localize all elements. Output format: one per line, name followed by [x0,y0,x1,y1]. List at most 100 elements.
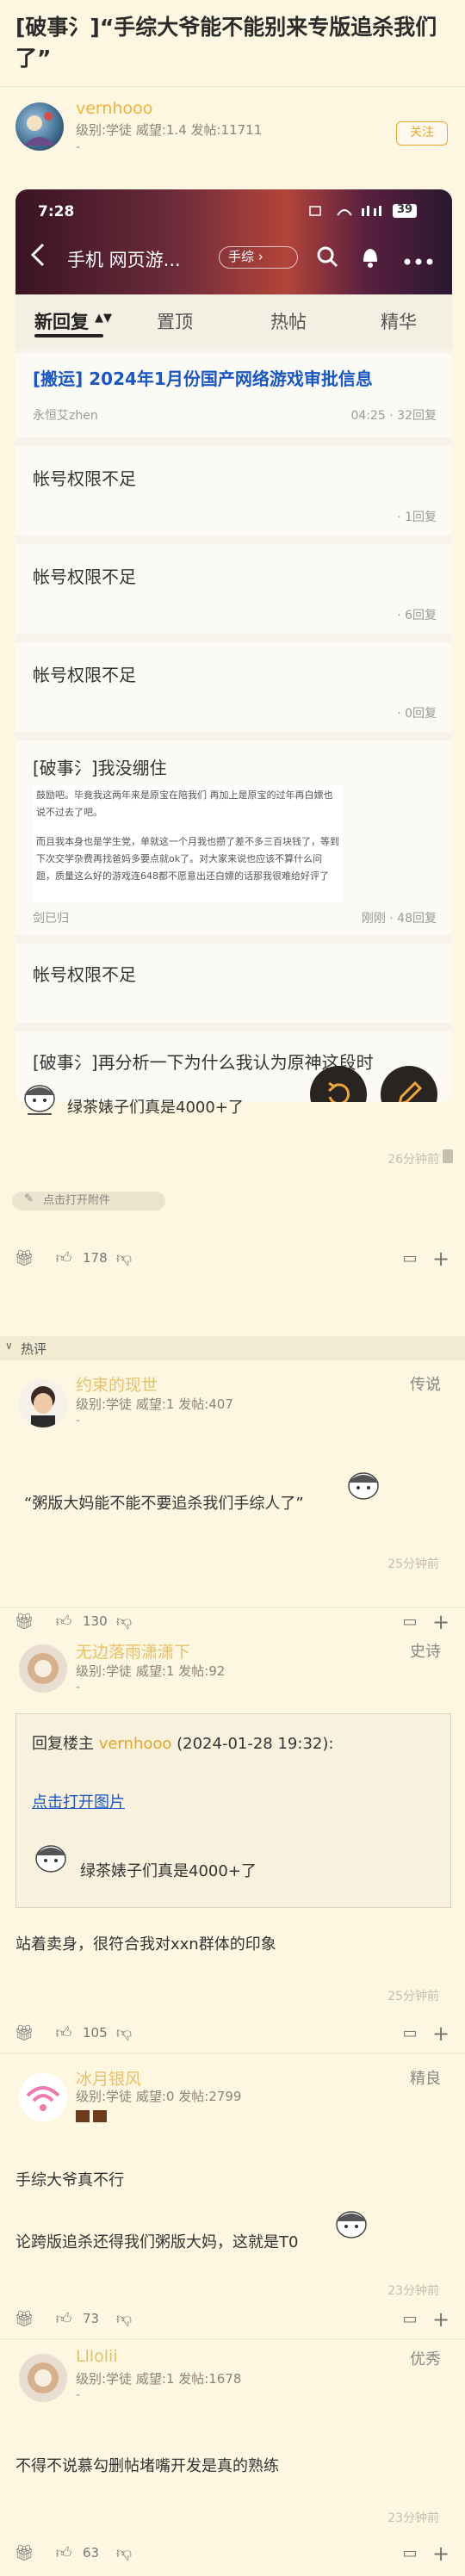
back-icon[interactable] [28,241,50,269]
divider [0,2053,465,2054]
tab-new-replies[interactable]: 新回复 [34,308,89,334]
divider [0,1607,465,1608]
open-image-link[interactable]: 点击打开图片 [32,1790,125,1812]
reply-username[interactable]: 无边落雨潇潇下 [76,1639,190,1663]
op-avatar[interactable] [16,102,64,151]
tab-pinned[interactable]: 置顶 [157,308,193,334]
shot-post-title: [破事氵]我没绷住 [33,758,167,778]
sort-arrows-icon[interactable]: ▲▼ [95,312,112,325]
hot-comments-header: ∨ 热评 [0,1336,465,1360]
thumbs-up-icon[interactable]: 👍︎ [53,1248,74,1269]
reply-user-meta: 级别:学徒 威望:1 发帖:407 [76,1396,233,1412]
thumbs-up-icon[interactable]: 👍︎ [53,1612,74,1632]
hot-label: 热评 [21,1341,47,1357]
op-user-meta: 级别:学徒 威望:1.4 发帖:11711 [76,122,263,138]
pencil-icon [398,1081,423,1102]
gift-icon[interactable]: 🎁︎ [14,1248,34,1269]
tab-featured[interactable]: 精华 [381,308,417,334]
shot-more-icon[interactable] [403,253,437,265]
follow-button[interactable]: 关注 [396,121,448,146]
shot-post-title: 帐号权限不足 [33,567,136,587]
shot-post-0[interactable]: [搬运] 2024年1月份国产网络游戏审批信息 永恒艾zhen 04:25 · … [16,353,452,437]
plus-icon[interactable]: + [431,2543,451,2564]
chibi-sticker-icon [27,1840,77,1881]
thumbs-up-icon[interactable]: 👍︎ [53,2309,74,2330]
reply-1: 约束的现世 级别:学徒 威望:1 发帖:407 - 传说 “粥版大妈能不能不要追… [0,1360,465,1610]
reply-3: 冰月银风 级别:学徒 威望:0 发帖:2799 精良 手综大爷真不行 论跨版追杀… [0,2059,465,2335]
shot-post-3[interactable]: 帐号权限不足 · 0回复 [16,642,452,732]
battery-level: 39 [397,203,413,216]
shot-search-icon[interactable] [315,245,339,269]
shot-post-5[interactable]: 帐号权限不足 [16,944,452,1023]
comment-icon[interactable]: ▭ [400,1248,420,1269]
embedded-screenshot[interactable]: 7:28 39 手机 网页游... 手综 › 新回复 ▲▼ 置顶 热帖 精华 [… [16,189,452,1102]
reply-avatar[interactable] [19,2073,67,2121]
edit-fab[interactable] [381,1066,437,1102]
shot-status-time: 7:28 [38,203,75,220]
avatar-art-icon [28,2362,59,2393]
comment-icon[interactable]: ▭ [400,2543,420,2564]
user-medal-icons [76,2109,110,2122]
reply-time: 25分钟前 [388,1990,439,2003]
op-time: 26分钟前 [388,1153,439,1167]
reply-username[interactable]: 冰月银风 [76,2066,141,2090]
shot-post-author: 永恒艾zhen [33,409,98,423]
reply-avatar[interactable] [19,1644,67,1693]
like-count: 178 [83,1250,108,1266]
op-username[interactable]: vernhooo [76,99,152,118]
refresh-fab[interactable] [310,1066,367,1102]
quote-date: (2024-01-28 19:32): [171,1735,334,1753]
shot-bell-icon[interactable] [358,245,382,269]
thumbs-down-icon[interactable]: 👎︎ [114,2309,134,2330]
reply-username[interactable]: 约束的现世 [76,1372,158,1396]
plus-icon[interactable]: + [431,2309,451,2330]
preview-text-2: 而且我本身也是学生党，单就这一个月我也攒了差不多三百块钱了，等到下次交学杂费再找… [36,836,339,882]
comment-icon[interactable]: ▭ [400,2023,420,2044]
shot-post-author: 剑已归 [33,912,69,926]
quote-block: 回复楼主 vernhooo (2024-01-28 19:32): 点击打开图片… [16,1713,451,1908]
shot-status-icons: 39 [308,201,437,220]
reply-avatar[interactable] [19,2354,67,2402]
gift-icon[interactable]: 🎁︎ [14,2543,34,2564]
thumbs-down-icon[interactable]: 👎︎ [114,1248,134,1269]
shot-nav-pill[interactable]: 手综 › [219,246,298,269]
preview-text-1: 鼓励吧。毕竟我这两年来是原宝在陪我们 再加上是原宝的过年再白嫖也说不过去了吧。 [36,790,333,818]
thread-title: [破事氵]“手综大爷能不能别来专版追杀我们了” [16,15,437,71]
wifi-avatar-icon [26,2086,60,2111]
tab-hot[interactable]: 热帖 [270,308,307,334]
shot-post-title: [搬运] 2024年1月份国产网络游戏审批信息 [33,368,373,389]
op-author-row: vernhooo 级别:学徒 威望:1.4 发帖:11711 - 关注 [0,86,465,176]
comment-icon[interactable]: ▭ [400,2309,420,2330]
thumbs-up-icon[interactable]: 👍︎ [53,2543,74,2564]
thumbs-down-icon[interactable]: 👎︎ [114,1612,134,1632]
plus-icon[interactable]: + [431,1612,451,1632]
shot-post-1[interactable]: 帐号权限不足 · 1回复 [16,446,452,536]
shot-post-4[interactable]: [破事氵]我没绷住 鼓励吧。毕竟我这两年来是原宝在陪我们 再加上是原宝的过年再白… [16,740,452,935]
op-toolbar: 🎁︎ 👍︎ 178 👎︎ ▭ + [0,1240,465,1278]
reply-username[interactable]: Lllolii [76,2347,118,2366]
shot-post-2[interactable]: 帐号权限不足 · 6回复 [16,544,452,634]
plus-icon[interactable]: + [431,2023,451,2044]
attach-button[interactable]: 点击打开附件 [12,1192,165,1211]
gift-icon[interactable]: 🎁︎ [14,2023,34,2044]
reply-avatar[interactable] [19,1379,67,1427]
comment-icon[interactable]: ▭ [400,1612,420,1632]
reply-text: 站着卖身，很符合我对xxn群体的印象 [16,1935,276,1954]
like-count: 73 [83,2311,100,2326]
reply-text: 不得不说慕勾删帖堵嘴开发是真的熟练 [16,2457,279,2475]
gift-icon[interactable]: 🎁︎ [14,1612,34,1632]
plus-icon[interactable]: + [431,1248,451,1269]
avatar-art-icon [24,112,55,146]
collapse-chevron-icon[interactable]: ∨ [5,1340,13,1352]
thumbs-down-icon[interactable]: 👎︎ [114,2023,134,2044]
thumbs-down-icon[interactable]: 👎︎ [114,2543,134,2564]
op-signature: - [76,140,81,154]
tab-active-underline [34,334,103,337]
reply-user-meta: 级别:学徒 威望:1 发帖:1678 [76,2371,242,2387]
quote-user-link[interactable]: vernhooo [99,1735,172,1753]
gift-icon[interactable]: 🎁︎ [14,2309,34,2330]
chibi-sticker-icon [327,2206,377,2247]
shot-post-reply-count: · 0回复 [397,707,437,721]
shot-post-title: 帐号权限不足 [33,665,136,685]
thumbs-up-icon[interactable]: 👍︎ [53,2023,74,2044]
